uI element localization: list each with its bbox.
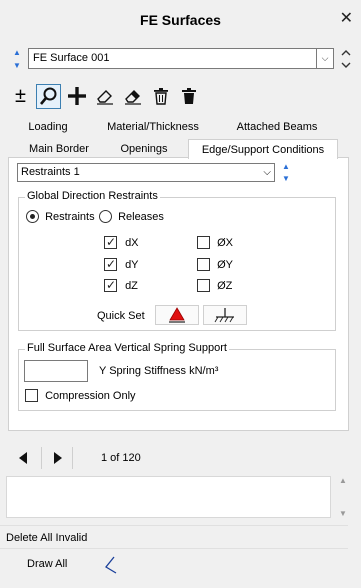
- checkbox-icon[interactable]: [104, 257, 117, 271]
- quick-set-fixed-button[interactable]: [203, 305, 247, 325]
- spring-support-legend: Full Surface Area Vertical Spring Suppor…: [25, 342, 229, 354]
- tab-openings[interactable]: Openings: [114, 139, 174, 159]
- tab-loading[interactable]: Loading: [24, 117, 72, 137]
- tab-attached-beams[interactable]: Attached Beams: [232, 117, 322, 137]
- spin-up-icon[interactable]: ▲: [13, 48, 21, 57]
- checkbox-icon[interactable]: [25, 389, 38, 402]
- spin-down-icon[interactable]: ▼: [282, 174, 290, 183]
- delete-outline-icon[interactable]: [148, 84, 173, 109]
- global-direction-legend: Global Direction Restraints: [25, 190, 160, 202]
- surface-spinner[interactable]: ▲ ▼: [12, 48, 22, 70]
- previous-icon[interactable]: [17, 451, 29, 468]
- radio-icon[interactable]: [26, 210, 39, 223]
- scroll-down-icon[interactable]: ▼: [339, 509, 347, 518]
- checkbox-icon[interactable]: [104, 235, 117, 249]
- checkbox-icon[interactable]: [197, 258, 210, 271]
- pager-text: 1 of 120: [101, 452, 141, 464]
- spin-up-icon[interactable]: ▲: [282, 162, 290, 171]
- next-icon[interactable]: [52, 451, 64, 468]
- checkbox-rz[interactable]: ØZ: [197, 279, 232, 292]
- checkbox-rx-label: ØX: [217, 236, 233, 249]
- checkbox-ry[interactable]: ØY: [197, 258, 233, 271]
- checkbox-dx[interactable]: dX: [104, 235, 139, 249]
- checkbox-dy-label: dY: [125, 258, 139, 271]
- spin-down-icon[interactable]: ▼: [13, 61, 21, 70]
- surface-select[interactable]: FE Surface 001 ⌵: [28, 48, 334, 69]
- expand-collapse-icon[interactable]: [338, 48, 354, 70]
- eraser-outline-icon[interactable]: [92, 84, 117, 109]
- restraints-radio[interactable]: Restraints: [26, 210, 95, 223]
- restraints-radio-label: Restraints: [45, 210, 95, 223]
- tab-edge-support-conditions[interactable]: Edge/Support Conditions: [188, 139, 338, 159]
- compression-only-label: Compression Only: [45, 389, 136, 402]
- checkbox-rz-label: ØZ: [217, 279, 233, 292]
- quick-set-pinned-button[interactable]: [155, 305, 199, 325]
- plus-minus-icon[interactable]: ±: [8, 84, 33, 109]
- draw-angle-icon[interactable]: [103, 556, 117, 577]
- surface-select-value: FE Surface 001: [33, 52, 110, 64]
- add-icon[interactable]: [64, 84, 89, 109]
- restraint-select-value: Restraints 1: [21, 166, 80, 178]
- search-icon[interactable]: [36, 83, 61, 109]
- releases-radio-label: Releases: [118, 210, 164, 223]
- restraint-spinner[interactable]: ▲ ▼: [281, 162, 291, 183]
- fixed-support-icon: [214, 308, 234, 323]
- notes-scrollbar[interactable]: ▲ ▼: [334, 476, 352, 518]
- spring-stiffness-label: Y Spring Stiffness kN/m³: [99, 365, 219, 377]
- delete-all-invalid-button[interactable]: Delete All Invalid: [0, 525, 348, 549]
- pinned-support-icon: [169, 307, 185, 323]
- window-title: FE Surfaces: [140, 12, 221, 28]
- draw-all-row: Draw All: [0, 552, 361, 578]
- spring-stiffness-input[interactable]: [24, 360, 88, 382]
- checkbox-ry-label: ØY: [217, 258, 233, 271]
- quick-set-label: Quick Set: [97, 310, 145, 322]
- checkbox-rx[interactable]: ØX: [197, 236, 233, 249]
- scroll-up-icon[interactable]: ▲: [339, 476, 347, 485]
- chevron-down-icon[interactable]: ⌵: [316, 49, 333, 68]
- checkbox-dz-label: dZ: [125, 279, 138, 292]
- checkbox-icon[interactable]: [197, 236, 210, 249]
- checkbox-dy[interactable]: dY: [104, 257, 139, 271]
- checkbox-icon[interactable]: [104, 278, 117, 292]
- eraser-filled-icon[interactable]: [120, 84, 145, 109]
- toolbar: ±: [8, 82, 201, 110]
- draw-all-button[interactable]: Draw All: [27, 558, 67, 570]
- tab-material-thickness[interactable]: Material/Thickness: [100, 117, 206, 137]
- pager: 1 of 120: [0, 444, 361, 472]
- releases-radio[interactable]: Releases: [99, 210, 164, 223]
- pager-divider: [72, 447, 73, 469]
- checkbox-icon[interactable]: [197, 279, 210, 292]
- notes-textarea[interactable]: [6, 476, 331, 518]
- delete-filled-icon[interactable]: [176, 84, 201, 109]
- compression-only-checkbox[interactable]: Compression Only: [25, 389, 136, 402]
- radio-icon[interactable]: [99, 210, 112, 223]
- checkbox-dz[interactable]: dZ: [104, 278, 138, 292]
- close-icon[interactable]: ✕: [340, 10, 353, 28]
- restraint-select[interactable]: Restraints 1 ⌵: [17, 163, 275, 182]
- tab-main-border[interactable]: Main Border: [24, 139, 94, 159]
- pager-divider: [41, 447, 42, 469]
- chevron-down-icon[interactable]: ⌵: [263, 164, 271, 181]
- checkbox-dx-label: dX: [125, 236, 139, 249]
